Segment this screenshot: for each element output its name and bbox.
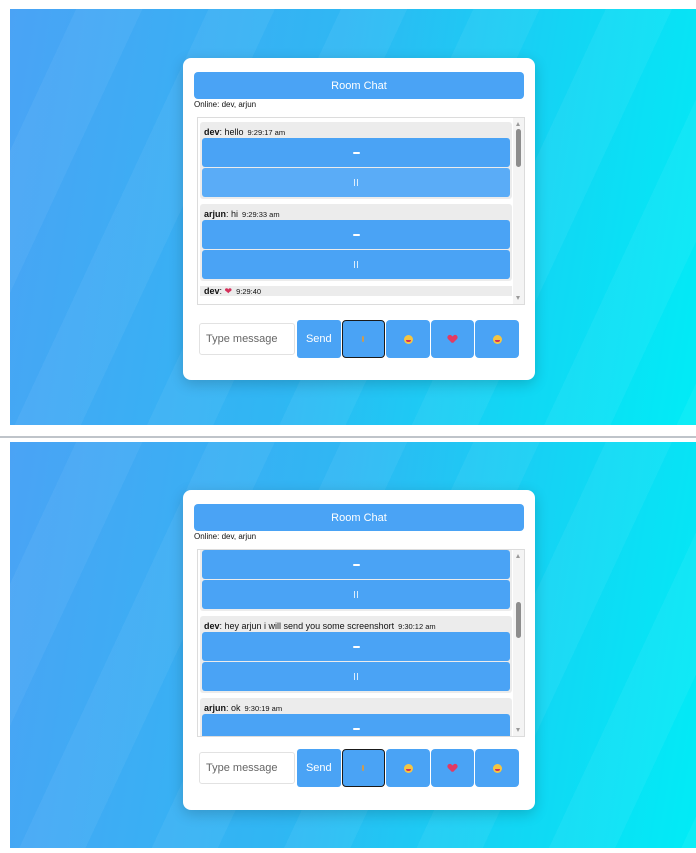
message-input[interactable]: [199, 323, 295, 355]
scrollbar[interactable]: [513, 118, 524, 304]
audio-play-button[interactable]: [202, 714, 510, 736]
audio-play-button[interactable]: [202, 220, 510, 249]
message-log[interactable]: dev: hello 9:29:17 am arjun: hi 9:29:33 am…: [197, 117, 525, 305]
pause-icon: [354, 261, 358, 268]
mic-button[interactable]: [341, 749, 386, 787]
scroll-up-icon[interactable]: [516, 122, 520, 126]
emoji-tongue-button[interactable]: [475, 749, 519, 787]
message-text: ❤: [222, 286, 233, 296]
message-time: 9:29:17 am: [247, 128, 286, 137]
audio-play-button[interactable]: [202, 138, 510, 167]
audio-play-button[interactable]: [202, 632, 510, 661]
message-item: arjun: hi 9:29:33 am: [200, 204, 512, 281]
minus-icon: [352, 563, 360, 566]
message-item: dev: hey arjun i will send you some scre…: [200, 616, 512, 693]
message-item: dev: hello 9:29:17 am: [200, 122, 512, 199]
message-item: dev: ❤ 9:29:40: [200, 286, 512, 296]
pause-icon: [354, 673, 358, 680]
screenshot-bottom: Room Chat Online: dev, arjun dev: hey ar…: [10, 442, 696, 848]
message-log[interactable]: dev: hey arjun i will send you some scre…: [197, 549, 525, 737]
mic-button[interactable]: [341, 320, 386, 358]
grinning-face-icon: [403, 763, 413, 773]
audio-pause-button[interactable]: [202, 662, 510, 691]
audio-pause-button[interactable]: [202, 168, 510, 197]
scroll-down-icon[interactable]: [516, 296, 520, 300]
minus-icon: [352, 727, 360, 730]
message-time: 9:30:19 am: [244, 704, 283, 713]
emoji-grin-button[interactable]: [386, 320, 430, 358]
message-input[interactable]: [199, 752, 295, 784]
message-text: hey arjun i will send you some screensho…: [222, 621, 395, 631]
broken-heart-icon: [448, 764, 457, 773]
message-user: dev: [204, 286, 220, 296]
audio-pause-button[interactable]: [202, 580, 510, 609]
scrollbar[interactable]: [513, 550, 524, 736]
composer: Send: [199, 320, 519, 358]
composer: Send: [199, 749, 519, 787]
message-time: 9:29:33 am: [242, 210, 280, 219]
tongue-face-icon: [492, 334, 502, 344]
minus-icon: [352, 233, 360, 236]
scroll-up-icon[interactable]: [516, 554, 520, 558]
scroll-down-icon[interactable]: [516, 728, 520, 732]
audio-pause-button[interactable]: [202, 250, 510, 279]
message-user: dev: [204, 621, 220, 631]
message-text: ok: [228, 703, 241, 713]
emoji-heart-button[interactable]: [430, 320, 475, 358]
divider: [0, 436, 696, 438]
scroll-thumb[interactable]: [516, 129, 521, 167]
grinning-face-icon: [403, 334, 413, 344]
chat-card: Room Chat Online: dev, arjun dev: hey ar…: [183, 490, 535, 810]
message-text: hi: [228, 209, 239, 219]
send-button[interactable]: Send: [297, 749, 341, 787]
emoji-tongue-button[interactable]: [475, 320, 519, 358]
pause-icon: [354, 591, 358, 598]
pause-icon: [354, 179, 358, 186]
tongue-face-icon: [492, 763, 502, 773]
emoji-heart-button[interactable]: [430, 749, 475, 787]
message-user: arjun: [204, 209, 227, 219]
audio-play-button[interactable]: [202, 550, 510, 579]
minus-icon: [352, 645, 360, 648]
emoji-grin-button[interactable]: [386, 749, 430, 787]
chat-card: Room Chat Online: dev, arjun dev: hello 9…: [183, 58, 535, 380]
message-user: dev: [204, 127, 220, 137]
message-item: arjun: ok 9:30:19 am: [200, 698, 512, 736]
mic-icon: [362, 336, 365, 342]
online-users: Online: dev, arjun: [194, 532, 257, 541]
broken-heart-icon: [448, 335, 457, 344]
message-time: 9:29:40: [236, 287, 262, 296]
mic-icon: [362, 765, 365, 771]
minus-icon: [352, 151, 360, 154]
chat-header: Room Chat: [194, 72, 524, 99]
message-user: arjun: [204, 703, 227, 713]
chat-header: Room Chat: [194, 504, 524, 531]
online-users: Online: dev, arjun: [194, 100, 257, 109]
scroll-thumb[interactable]: [516, 602, 521, 638]
message-text: hello: [222, 127, 244, 137]
screenshot-top: Room Chat Online: dev, arjun dev: hello 9…: [10, 9, 696, 425]
message-item: [200, 550, 512, 611]
send-button[interactable]: Send: [297, 320, 341, 358]
message-time: 9:30:12 am: [398, 622, 436, 631]
